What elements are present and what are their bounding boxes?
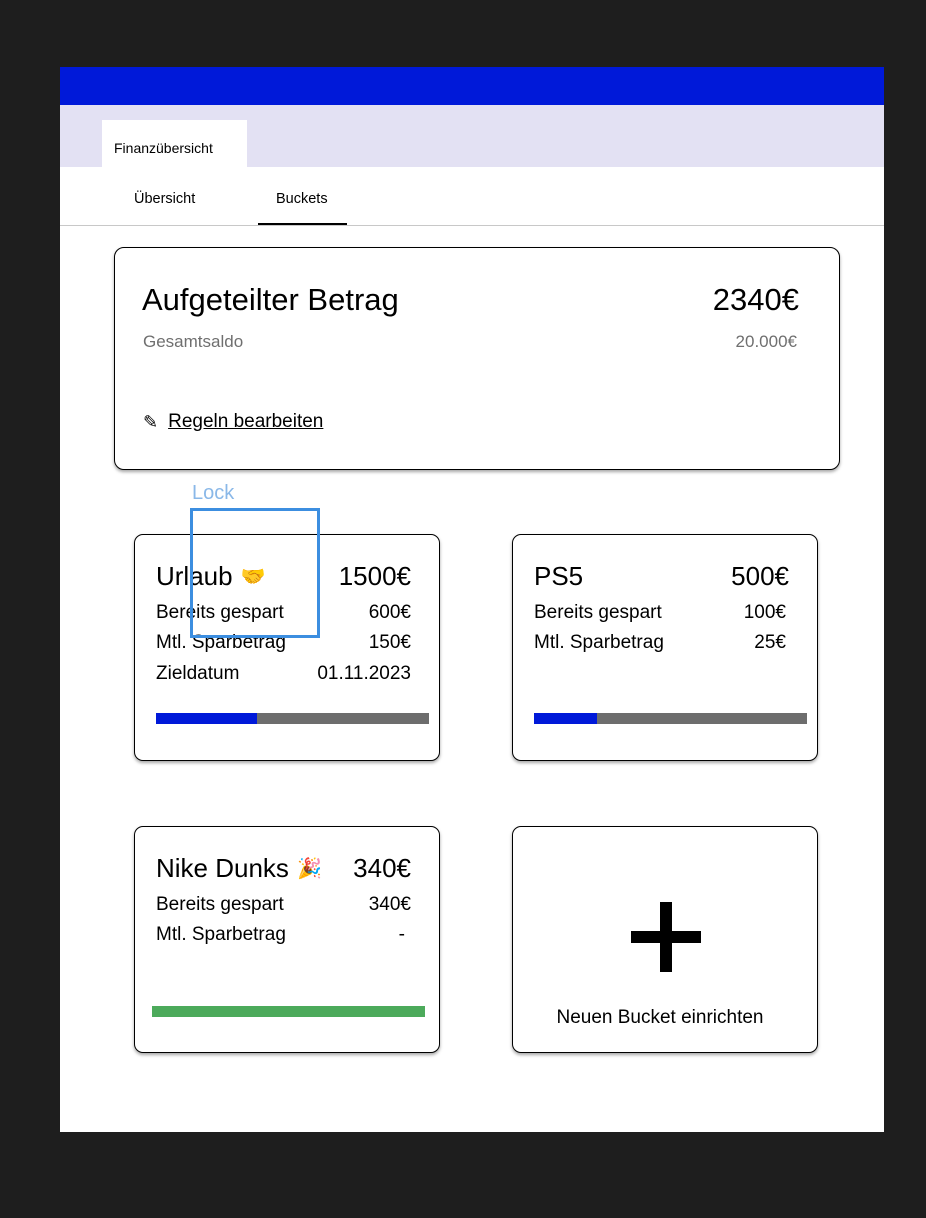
active-tab-indicator	[258, 223, 347, 225]
new-bucket-button[interactable]: Neuen Bucket einrichten	[512, 826, 818, 1053]
bucket-progress-bar	[156, 713, 429, 724]
bucket-row-saved: Bereits gespart 340€	[156, 894, 411, 916]
bucket-row-monthly: Mtl. Sparbetrag 25€	[534, 632, 786, 654]
bucket-card-ps5[interactable]: PS5 500€ Bereits gespart 100€ Mtl. Sparb…	[512, 534, 818, 761]
pencil-icon: ✎	[143, 411, 159, 432]
row-value: 25€	[754, 632, 786, 653]
plus-icon	[631, 902, 701, 972]
bucket-row-monthly: Mtl. Sparbetrag -	[156, 924, 411, 946]
edit-rules-label: Regeln bearbeiten	[168, 411, 324, 432]
bucket-amount: 500€	[731, 561, 789, 591]
browser-tab-strip: Finanzübersicht	[60, 105, 884, 167]
summary-subtitle: Gesamtsaldo	[143, 332, 244, 351]
tab-buckets[interactable]: Buckets	[276, 191, 328, 207]
row-value: 600€	[368, 602, 411, 623]
progress-fill	[534, 713, 597, 724]
browser-tab-finanzuebersicht[interactable]: Finanzübersicht	[102, 120, 247, 167]
bucket-amount: 340€	[353, 853, 411, 883]
bucket-title: Nike Dunks 🎉	[156, 853, 322, 884]
edit-rules-link[interactable]: ✎ Regeln bearbeiten	[143, 411, 323, 433]
row-label: Bereits gespart	[534, 602, 662, 623]
summary-title: Aufgeteilter Betrag	[142, 282, 399, 317]
app-window: Finanzübersicht Übersicht Buckets Aufget…	[60, 67, 884, 1132]
bucket-progress-bar-complete	[152, 1006, 425, 1017]
row-label: Mtl. Sparbetrag	[156, 924, 286, 945]
bucket-row-target-date: Zieldatum 01.11.2023	[156, 663, 411, 685]
row-value: 01.11.2023	[317, 663, 411, 684]
bucket-name: Nike Dunks	[156, 853, 289, 883]
row-label: Mtl. Sparbetrag	[534, 632, 664, 653]
row-label: Zieldatum	[156, 663, 240, 684]
bucket-row-saved: Bereits gespart 100€	[534, 602, 786, 624]
summary-card: Aufgeteilter Betrag 2340€ Gesamtsaldo 20…	[114, 247, 840, 470]
new-bucket-label: Neuen Bucket einrichten	[556, 1007, 764, 1028]
bucket-card-nike-dunks[interactable]: Nike Dunks 🎉 340€ Bereits gespart 340€ M…	[134, 826, 440, 1053]
row-value: 340€	[368, 894, 411, 915]
bucket-name: PS5	[534, 561, 584, 591]
top-bar	[60, 67, 884, 105]
summary-total-balance: 20.000€	[735, 332, 797, 351]
row-label: Bereits gespart	[156, 894, 284, 915]
lock-annotation-box	[190, 508, 320, 638]
bucket-amount: 1500€	[338, 561, 411, 591]
row-value: 150€	[368, 632, 411, 653]
bucket-title: PS5	[534, 561, 583, 592]
nav-tabs: Übersicht Buckets	[60, 167, 884, 226]
party-popper-icon: 🎉	[296, 858, 322, 880]
tab-uebersicht[interactable]: Übersicht	[134, 191, 195, 207]
row-value: 100€	[743, 602, 786, 623]
summary-amount: 2340€	[712, 282, 799, 317]
lock-annotation-label: Lock	[192, 482, 235, 504]
progress-fill	[156, 713, 257, 724]
bucket-progress-bar	[534, 713, 807, 724]
row-value: -	[398, 924, 405, 945]
